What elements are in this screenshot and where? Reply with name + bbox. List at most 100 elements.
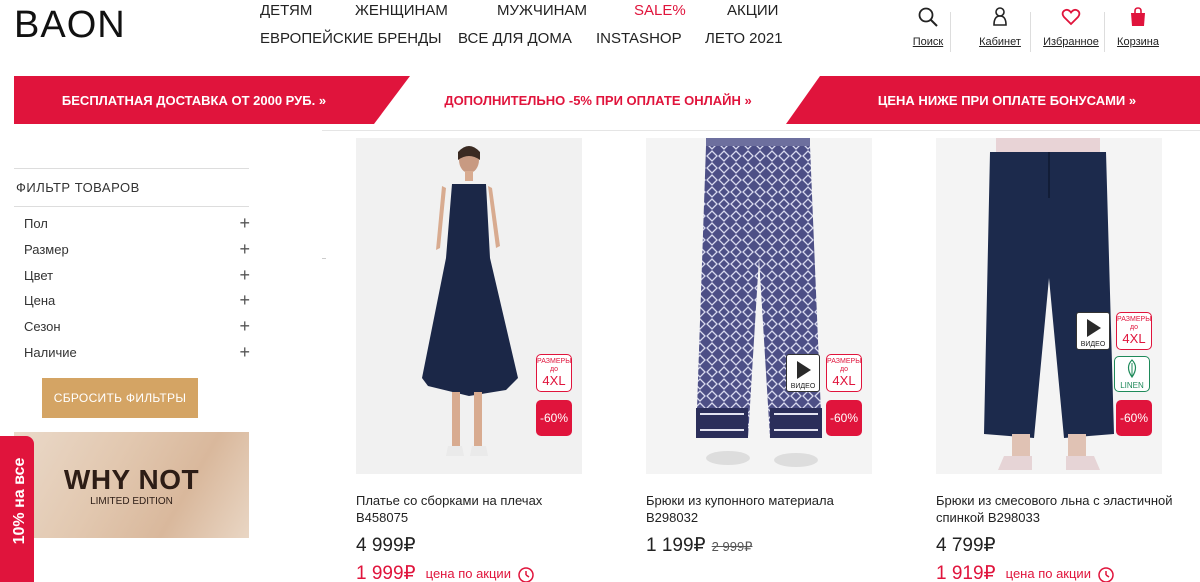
nav-sale[interactable]: SALE%	[634, 2, 686, 19]
filter-label: Цена	[24, 293, 56, 308]
filter-label: Сезон	[24, 319, 61, 334]
plus-icon: +	[239, 290, 250, 310]
divider	[322, 130, 1200, 131]
filter-season[interactable]: Сезон +	[24, 316, 252, 336]
size-badge-max: 4XL	[1122, 331, 1146, 346]
filter-size[interactable]: Размер +	[24, 239, 252, 259]
banner-subtitle: LIMITED EDITION	[90, 496, 173, 507]
plus-icon: +	[239, 265, 250, 285]
product-name[interactable]: Брюки из купонного материала B298032	[646, 492, 886, 526]
account-label: Кабинет	[979, 36, 1021, 48]
plus-icon: +	[239, 316, 250, 336]
video-icon: ВИДЕО	[791, 361, 816, 390]
nav-promos[interactable]: АКЦИИ	[727, 2, 778, 19]
search-label: Поиск	[912, 36, 944, 48]
promo-bonus-price[interactable]: ЦЕНА НИЖЕ ПРИ ОПЛАТЕ БОНУСАМИ »	[814, 76, 1200, 124]
nav-european-brands[interactable]: ЕВРОПЕЙСКИЕ БРЕНДЫ	[260, 30, 442, 47]
nav-instashop[interactable]: INSTASHOP	[596, 30, 682, 47]
product-sale-price: 1 919₽ цена по акции	[936, 562, 1115, 582]
search-link[interactable]: Поиск	[898, 6, 958, 48]
linen-text: LINEN	[1120, 381, 1144, 390]
size-badge-up-to: до	[550, 366, 558, 373]
sale-price-value: 1 999₽	[356, 563, 416, 582]
nav-men[interactable]: МУЖЧИНАМ	[497, 2, 587, 19]
size-badge-up-to: до	[840, 366, 848, 373]
plus-icon: +	[239, 342, 250, 362]
product-sale-price: 1 999₽ цена по акции	[356, 562, 535, 582]
old-price: 2 999₽	[711, 539, 753, 554]
product-image[interactable]: РАЗМЕРЫ до 4XL -60%	[356, 138, 582, 474]
heart-icon	[1061, 8, 1081, 26]
divider	[950, 12, 951, 52]
size-badge: РАЗМЕРЫ до 4XL	[536, 354, 572, 392]
video-badge[interactable]: ВИДЕО	[1076, 312, 1110, 350]
discount-side-tab[interactable]: 10% на все	[0, 436, 34, 582]
filter-label: Цвет	[24, 268, 54, 283]
price-value: 4 999₽	[356, 535, 416, 556]
size-badge: РАЗМЕРЫ до 4XL	[826, 354, 862, 392]
nav-kids[interactable]: ДЕТЯМ	[260, 2, 312, 19]
filter-label: Размер	[24, 242, 69, 257]
video-icon: ВИДЕО	[1081, 319, 1106, 348]
price-value: 1 199₽	[646, 535, 706, 556]
product-price: 4 799₽	[936, 534, 996, 557]
size-badge-max: 4XL	[542, 373, 566, 388]
account-link[interactable]: Кабинет	[970, 6, 1030, 48]
divider	[14, 168, 249, 169]
reset-filters-button[interactable]: СБРОСИТЬ ФИЛЬТРЫ	[42, 378, 198, 418]
size-badge-top: РАЗМЕРЫ	[537, 358, 572, 365]
video-text: ВИДЕО	[791, 383, 816, 390]
side-tab-label: 10% на все	[11, 457, 28, 545]
discount-badge: -60%	[536, 400, 572, 436]
promo-online-payment[interactable]: ДОПОЛНИТЕЛЬНО -5% ПРИ ОПЛАТЕ ОНЛАЙН »	[410, 76, 786, 124]
product-price: 1 199₽ 2 999₽	[646, 534, 752, 557]
size-badge-max: 4XL	[832, 373, 856, 388]
search-icon	[918, 7, 938, 27]
filter-availability[interactable]: Наличие +	[24, 342, 252, 362]
price-value: 4 799₽	[936, 535, 996, 556]
banner-title: WHY NOT	[63, 464, 200, 495]
discount-badge: -60%	[826, 400, 862, 436]
size-badge: РАЗМЕРЫ до 4XL	[1116, 312, 1152, 350]
filter-label: Наличие	[24, 345, 77, 360]
promo-banner: БЕСПЛАТНАЯ ДОСТАВКА ОТ 2000 РУБ. » ДОПОЛ…	[14, 76, 1200, 124]
filter-label: Пол	[24, 216, 48, 231]
discount-badge: -60%	[1116, 400, 1152, 436]
size-badge-top: РАЗМЕРЫ	[827, 358, 862, 365]
filter-price[interactable]: Цена +	[24, 290, 252, 310]
divider	[1030, 12, 1031, 52]
product-name[interactable]: Брюки из смесового льна с эластичной спи…	[936, 492, 1176, 526]
nav-summer[interactable]: ЛЕТО 2021	[705, 30, 783, 47]
plus-icon: +	[239, 239, 250, 259]
sale-price-value: 1 919₽	[936, 563, 996, 582]
promo-free-delivery[interactable]: БЕСПЛАТНАЯ ДОСТАВКА ОТ 2000 РУБ. »	[14, 76, 374, 124]
clock-icon	[1098, 566, 1114, 582]
size-badge-up-to: до	[1130, 324, 1138, 331]
divider	[14, 206, 249, 207]
video-text: ВИДЕО	[1081, 341, 1106, 348]
product-image[interactable]: ВИДЕО РАЗМЕРЫ до 4XL -60%	[646, 138, 872, 474]
user-icon	[993, 7, 1007, 26]
bag-icon	[1131, 7, 1145, 26]
nav-home[interactable]: ВСЕ ДЛЯ ДОМА	[458, 30, 572, 47]
brand-logo[interactable]: BAON	[14, 4, 126, 47]
divider	[322, 258, 326, 259]
nav-women[interactable]: ЖЕНЩИНАМ	[355, 2, 448, 19]
product-name[interactable]: Платье со сборками на плечах B458075	[356, 492, 596, 526]
cart-label: Корзина	[1117, 36, 1159, 48]
favorites-link[interactable]: Избранное	[1041, 6, 1101, 48]
filter-gender[interactable]: Пол +	[24, 213, 252, 233]
filter-title: ФИЛЬТР ТОВАРОВ	[16, 180, 140, 195]
plus-icon: +	[239, 213, 250, 233]
video-badge[interactable]: ВИДЕО	[786, 354, 820, 392]
favorites-label: Избранное	[1043, 36, 1099, 48]
product-image[interactable]: ВИДЕО РАЗМЕРЫ до 4XL LINEN -60%	[936, 138, 1162, 474]
clock-icon	[518, 566, 534, 582]
linen-badge: LINEN	[1114, 356, 1150, 392]
filter-color[interactable]: Цвет +	[24, 265, 252, 285]
cart-link[interactable]: Корзина	[1108, 6, 1168, 48]
divider	[1104, 12, 1105, 52]
why-not-banner[interactable]: WHY NOT LIMITED EDITION	[14, 432, 249, 538]
size-badge-top: РАЗМЕРЫ	[1117, 316, 1152, 323]
sale-note: цена по акции	[1005, 566, 1091, 581]
